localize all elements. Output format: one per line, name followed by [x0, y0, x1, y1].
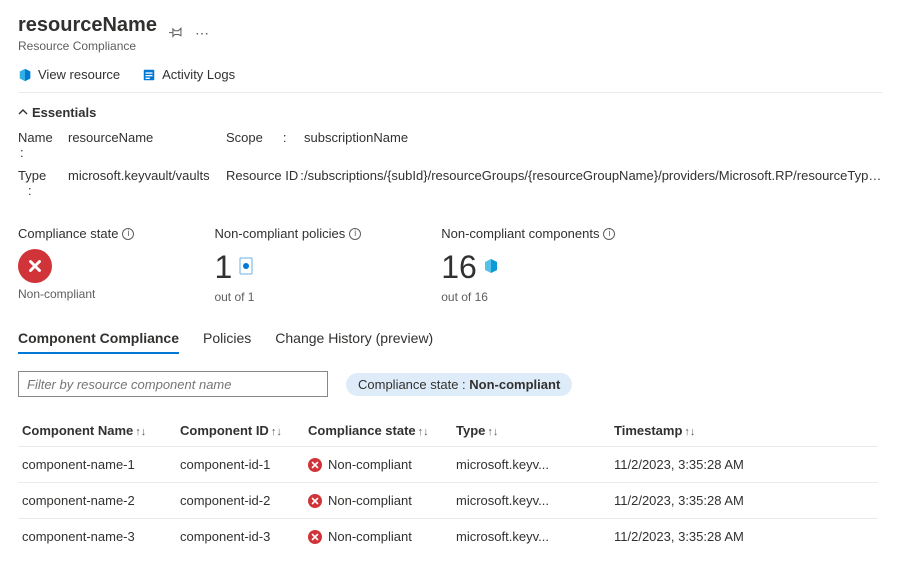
divider	[18, 92, 882, 93]
filter-input[interactable]	[18, 371, 328, 397]
cell-state: Non-compliant	[308, 529, 448, 544]
table-row[interactable]: component-name-1 component-id-1 Non-compli…	[18, 446, 878, 482]
pin-icon[interactable]	[169, 25, 183, 42]
info-icon[interactable]: i	[603, 228, 615, 240]
col-type[interactable]: Type↑↓	[456, 423, 606, 438]
essentials-name-label: Name:	[18, 130, 60, 160]
pill-prefix: Compliance state :	[358, 377, 469, 392]
essentials-type-value: microsoft.keyvault/vaults	[68, 168, 218, 183]
cube-icon	[483, 258, 499, 277]
components-total: out of 16	[441, 290, 615, 304]
view-resource-button[interactable]: View resource	[18, 67, 120, 82]
policies-count: 1	[214, 249, 232, 286]
essentials-resourceid-label: Resource ID:	[226, 168, 296, 183]
cube-icon	[18, 68, 32, 82]
essentials-toggle[interactable]: Essentials	[18, 105, 882, 120]
compliance-state-filter-pill[interactable]: Compliance state : Non-compliant	[346, 373, 572, 396]
col-component-name[interactable]: Component Name↑↓	[22, 423, 172, 438]
cell-type: microsoft.keyv...	[456, 493, 606, 508]
table-row[interactable]: component-name-2 component-id-2 Non-compli…	[18, 482, 878, 518]
components-stat: Non-compliant components i 16 out of 16	[441, 226, 615, 304]
table-row[interactable]: component-name-3 component-id-3 Non-compli…	[18, 518, 878, 554]
components-label: Non-compliant components	[441, 226, 599, 241]
info-icon[interactable]: i	[122, 228, 134, 240]
sort-icon: ↑↓	[487, 426, 498, 438]
col-compliance-state[interactable]: Compliance state↑↓	[308, 423, 448, 438]
essentials-scope-value: subscriptionName	[304, 130, 882, 145]
activity-logs-label: Activity Logs	[162, 67, 235, 82]
cell-timestamp: 11/2/2023, 3:35:28 AM	[614, 457, 784, 472]
pill-value: Non-compliant	[469, 377, 560, 392]
page-title: resourceName	[18, 14, 157, 37]
noncompliant-icon	[308, 458, 322, 472]
essentials-type-label: Type:	[18, 168, 60, 198]
essentials-name-value: resourceName	[68, 130, 218, 145]
view-resource-label: View resource	[38, 67, 120, 82]
compliance-state-stat: Compliance state i Non-compliant	[18, 226, 134, 304]
tab-policies[interactable]: Policies	[203, 330, 251, 354]
cell-timestamp: 11/2/2023, 3:35:28 AM	[614, 529, 784, 544]
policies-label: Non-compliant policies	[214, 226, 345, 241]
sort-icon: ↑↓	[418, 426, 429, 438]
cell-id: component-id-3	[180, 529, 300, 544]
log-icon	[142, 68, 156, 82]
cell-id: component-id-1	[180, 457, 300, 472]
info-icon[interactable]: i	[349, 228, 361, 240]
policies-total: out of 1	[214, 290, 361, 304]
noncompliant-icon	[308, 494, 322, 508]
noncompliant-icon	[308, 530, 322, 544]
cell-type: microsoft.keyv...	[456, 457, 606, 472]
essentials-scope-label: Scope:	[226, 130, 296, 145]
col-timestamp[interactable]: Timestamp↑↓	[614, 423, 784, 438]
sort-icon: ↑↓	[271, 426, 282, 438]
sort-icon: ↑↓	[684, 426, 695, 438]
cell-state: Non-compliant	[308, 493, 448, 508]
noncompliant-icon	[18, 249, 52, 283]
cell-name: component-name-3	[22, 529, 172, 544]
col-component-id[interactable]: Component ID↑↓	[180, 423, 300, 438]
cell-name: component-name-2	[22, 493, 172, 508]
page-subtitle: Resource Compliance	[18, 39, 157, 53]
activity-logs-button[interactable]: Activity Logs	[142, 67, 235, 82]
policy-icon	[238, 257, 254, 278]
more-icon[interactable]: ⋯	[195, 25, 209, 42]
components-count: 16	[441, 249, 477, 286]
policies-stat: Non-compliant policies i 1 out of 1	[214, 226, 361, 304]
cell-timestamp: 11/2/2023, 3:35:28 AM	[614, 493, 784, 508]
compliance-state-label: Compliance state	[18, 226, 118, 241]
tab-change-history[interactable]: Change History (preview)	[275, 330, 433, 354]
essentials-label: Essentials	[32, 105, 96, 120]
sort-icon: ↑↓	[135, 426, 146, 438]
cell-name: component-name-1	[22, 457, 172, 472]
tab-component-compliance[interactable]: Component Compliance	[18, 330, 179, 354]
compliance-state-value: Non-compliant	[18, 287, 134, 301]
cell-id: component-id-2	[180, 493, 300, 508]
cell-type: microsoft.keyv...	[456, 529, 606, 544]
components-table: Component Name↑↓ Component ID↑↓ Complian…	[18, 415, 878, 554]
essentials-resourceid-value: /subscriptions/{subId}/resourceGroups/{r…	[304, 168, 882, 183]
cell-state: Non-compliant	[308, 457, 448, 472]
chevron-up-icon	[18, 105, 28, 120]
